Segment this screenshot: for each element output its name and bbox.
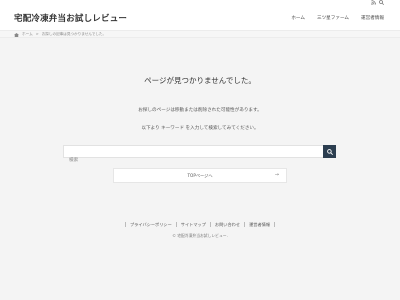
site-footer: プライバシーポリシー サイトマップ お問い合わせ 運営者情報 © 宅配冷凍弁当お…	[0, 210, 400, 300]
main-content: ページが見つかりませんでした。 お探しのページは移動または削除された可能性があり…	[0, 38, 400, 210]
footer-link-sitemap[interactable]: サイトマップ	[175, 222, 210, 227]
breadcrumb-home[interactable]: ホーム	[22, 31, 33, 38]
arrow-right-icon: →	[274, 172, 279, 178]
copyright: © 宅配冷凍弁当お試しレビュー.	[172, 233, 228, 238]
nav-item-home[interactable]: ホーム	[291, 15, 305, 21]
search-input[interactable]	[64, 155, 323, 166]
breadcrumb: ホーム > お探しの記事は見つかりませんでした。	[14, 31, 106, 38]
footer-link-privacy[interactable]: プライバシーポリシー	[124, 222, 176, 227]
site-title[interactable]: 宅配冷凍弁当お試しレビュー	[14, 12, 127, 24]
home-icon	[14, 32, 19, 37]
not-found-message: お探しのページは移動または削除された可能性があります。	[138, 108, 262, 113]
footer-nav: プライバシーポリシー サイトマップ お問い合わせ 運営者情報	[0, 222, 400, 227]
breadcrumb-bar: ホーム > お探しの記事は見つかりませんでした。	[0, 30, 400, 38]
breadcrumb-separator: >	[35, 32, 39, 36]
breadcrumb-current: お探しの記事は見つかりませんでした。	[41, 32, 107, 36]
footer-link-operator[interactable]: 運営者情報	[244, 222, 276, 227]
global-nav: ホーム 三ツ星ファーム 運営者情報	[291, 15, 384, 21]
search-icon	[326, 148, 333, 155]
footer-link-contact[interactable]: お問い合わせ	[209, 222, 244, 227]
top-page-button[interactable]: TOPページへ →	[113, 168, 287, 183]
search-button[interactable]	[323, 145, 336, 158]
search-form	[63, 145, 324, 166]
nav-item-mitsuboshi-farm[interactable]: 三ツ星ファーム	[317, 15, 349, 21]
page-title: ページが見つかりませんでした。	[144, 76, 256, 85]
nav-item-operator-info[interactable]: 運営者情報	[361, 15, 384, 21]
search-hint: 以下より キーワード を入力して検索してみてください。	[141, 126, 259, 131]
top-page-label: TOPページへ	[187, 173, 213, 178]
site-header: 宅配冷凍弁当お試しレビュー ホーム 三ツ星ファーム 運営者情報	[0, 6, 400, 30]
